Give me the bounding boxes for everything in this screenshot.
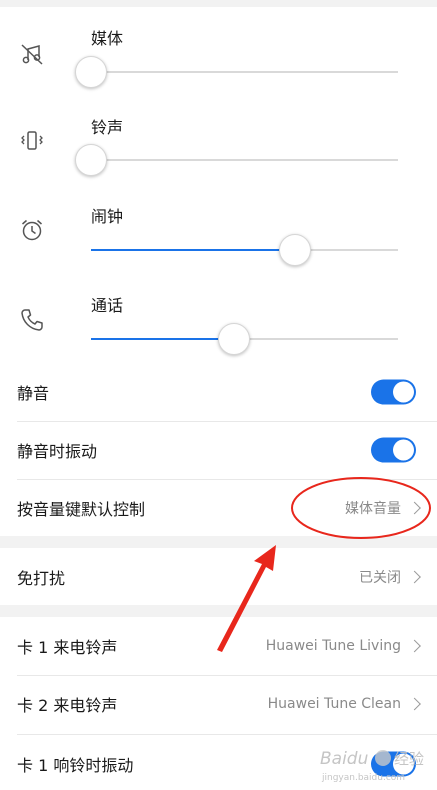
- mute-row[interactable]: 静音: [0, 363, 437, 421]
- call-volume-slider[interactable]: [91, 323, 398, 355]
- ringtone-volume-label: 铃声: [91, 118, 124, 137]
- baidu-watermark-logo: Baidu 经验 jingyan.baidu.com: [320, 749, 424, 783]
- svg-text:Baidu: Baidu: [320, 749, 369, 769]
- vibrate-on-mute-label: 静音时振动: [17, 442, 98, 461]
- annotation-arrow: [217, 545, 276, 652]
- sim1-ringtone-value: Huawei Tune Living: [265, 638, 401, 654]
- alarm-volume-row: 闹钟: [0, 183, 437, 271]
- alarm-volume-fill: [91, 249, 296, 251]
- sim2-ringtone-label: 卡 2 来电铃声: [17, 696, 118, 715]
- alarm-volume-label: 闹钟: [91, 207, 124, 226]
- vibrate-icon: [21, 131, 43, 150]
- chevron-right-icon: [408, 697, 421, 711]
- alarm-volume-thumb[interactable]: [279, 234, 312, 266]
- sim2-ringtone-value: Huawei Tune Clean: [267, 696, 401, 712]
- media-volume-thumb[interactable]: [75, 56, 107, 88]
- sim1-ring-vibrate-label: 卡 1 响铃时振动: [17, 756, 134, 775]
- call-volume-fill: [91, 338, 234, 340]
- ringtone-volume-row: 铃声: [0, 95, 437, 183]
- music-off-icon: [21, 44, 43, 65]
- media-volume-row: 媒体: [0, 7, 437, 95]
- call-volume-row: 通话: [0, 271, 437, 359]
- toggle-knob: [393, 439, 414, 461]
- volume-settings-card: 媒体 铃声 闹钟 通话 静音 静音时振动 按音量键默认控制 媒体音量: [0, 7, 437, 536]
- ringtone-volume-slider[interactable]: [75, 144, 398, 176]
- sim1-ringtone-label: 卡 1 来电铃声: [17, 638, 118, 657]
- media-volume-slider[interactable]: [75, 56, 398, 88]
- media-volume-label: 媒体: [91, 29, 124, 48]
- dnd-label: 免打扰: [17, 568, 66, 588]
- mute-toggle[interactable]: [371, 379, 416, 405]
- ringtone-volume-thumb[interactable]: [75, 144, 107, 176]
- svg-text:经验: 经验: [394, 750, 424, 768]
- toggle-knob: [393, 381, 414, 403]
- chevron-right-icon: [408, 570, 421, 583]
- mute-label: 静音: [17, 384, 50, 403]
- phone-icon: [21, 309, 43, 331]
- annotation-ellipse: [291, 477, 431, 539]
- vibrate-on-mute-row[interactable]: 静音时振动: [0, 421, 437, 479]
- call-volume-label: 通话: [91, 296, 124, 315]
- volume-key-default-label: 按音量键默认控制: [17, 500, 146, 519]
- dnd-value: 已关闭: [359, 569, 401, 586]
- alarm-volume-slider[interactable]: [91, 234, 398, 266]
- alarm-clock-icon: [22, 219, 42, 241]
- sim2-ringtone-row[interactable]: 卡 2 来电铃声 Huawei Tune Clean: [0, 675, 437, 733]
- chevron-right-icon: [408, 639, 421, 653]
- svg-text:jingyan.baidu.com: jingyan.baidu.com: [321, 773, 405, 783]
- call-volume-thumb[interactable]: [217, 323, 250, 355]
- vibrate-on-mute-toggle[interactable]: [371, 437, 416, 463]
